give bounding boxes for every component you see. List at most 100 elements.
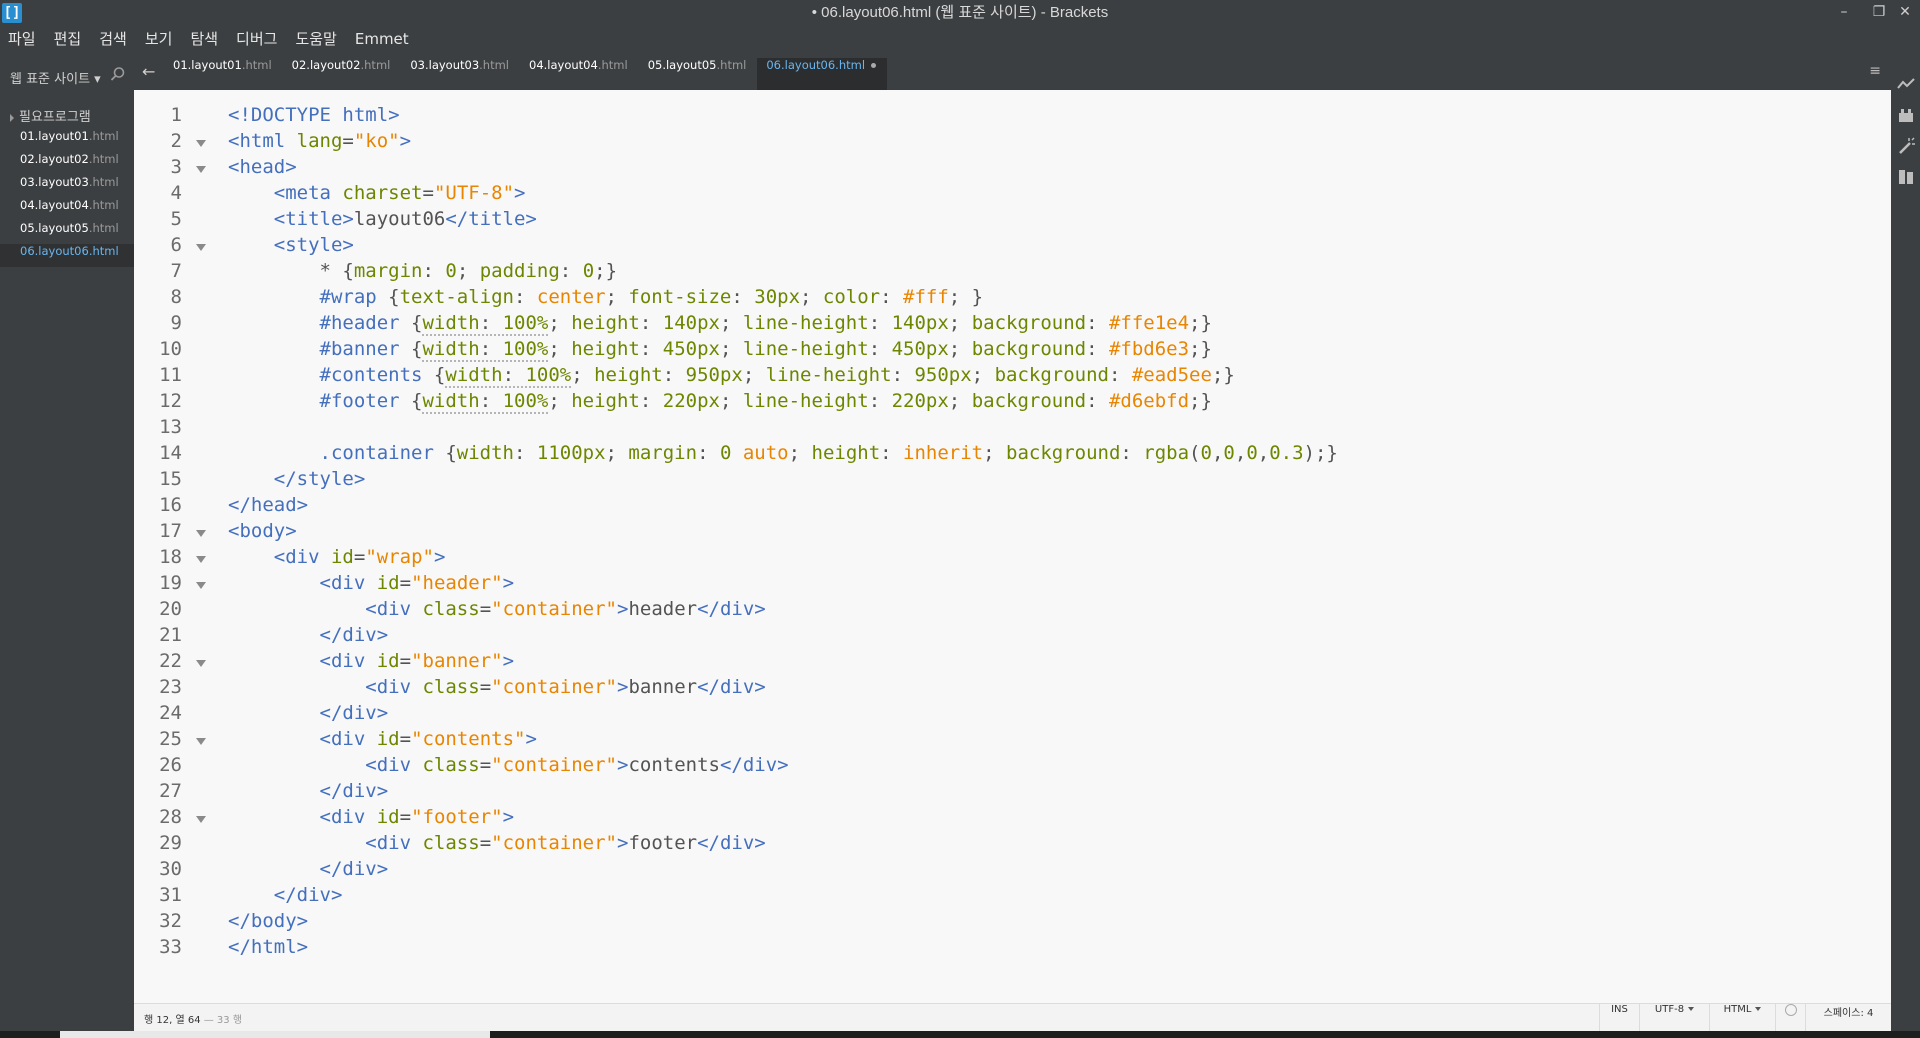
line-number: 2 — [134, 130, 218, 156]
code-token: = — [422, 182, 434, 204]
code-line[interactable]: </div> — [228, 858, 1868, 884]
tree-folder[interactable]: 필요프로그램 — [0, 106, 134, 129]
tab-bar: ← 01.layout01.html 02.layout02.html 03.lay… — [134, 54, 1891, 94]
menu-emmet[interactable]: Emmet — [346, 26, 418, 52]
linter-status[interactable] — [1775, 1004, 1805, 1031]
menu-debug[interactable]: 디버그 — [227, 26, 286, 52]
code-token: height — [811, 442, 881, 464]
code-line[interactable]: <div id="banner"> — [228, 650, 1868, 676]
taskbar-search-box[interactable] — [60, 1031, 490, 1038]
fold-arrow-icon[interactable] — [196, 556, 206, 563]
editor-tab[interactable]: 04.layout04.html — [520, 58, 639, 94]
notes-icon[interactable] — [1896, 167, 1916, 187]
code-line[interactable]: <div id="footer"> — [228, 806, 1868, 832]
code-token: > — [514, 182, 526, 204]
code-line[interactable]: <body> — [228, 520, 1868, 546]
sidebar-file-item[interactable]: 04.layout04.html — [0, 198, 134, 221]
close-button[interactable]: ✕ — [1888, 0, 1920, 26]
code-line[interactable]: .container {width: 1100px; margin: 0 aut… — [228, 442, 1868, 468]
code-token: = — [353, 546, 366, 568]
editor-tab[interactable]: 02.layout02.html — [283, 58, 402, 94]
code-line[interactable]: </style> — [228, 468, 1868, 494]
fold-arrow-icon[interactable] — [196, 738, 206, 745]
editor-tab[interactable]: 01.layout01.html — [164, 58, 283, 94]
fold-arrow-icon[interactable] — [196, 140, 206, 147]
code-line[interactable]: </html> — [228, 936, 1868, 962]
code-line[interactable]: <!DOCTYPE html> — [228, 104, 1868, 130]
code-token: lang — [296, 130, 343, 152]
code-line[interactable]: * {margin: 0; padding: 0;} — [228, 260, 1868, 286]
code-line[interactable]: <div class="container">banner</div> — [228, 676, 1868, 702]
css-colon: : — [502, 364, 526, 386]
code-line[interactable]: <div class="container">contents</div> — [228, 754, 1868, 780]
encoding-select[interactable]: UTF-8 — [1639, 1004, 1709, 1031]
tab-menu-icon[interactable]: ≡ — [1869, 63, 1881, 79]
menu-navigate[interactable]: 탐색 — [181, 26, 227, 52]
code-line[interactable]: <meta charset="UTF-8"> — [228, 182, 1868, 208]
code-token: </html> — [228, 936, 309, 958]
code-line[interactable]: #footer {width: 100%; height: 220px; lin… — [228, 390, 1868, 416]
code-token: 950px — [685, 364, 743, 386]
code-line[interactable] — [228, 416, 1868, 442]
indent-setting[interactable]: 스페이스: 4 — [1805, 1004, 1891, 1031]
menu-view[interactable]: 보기 — [136, 26, 182, 52]
project-dropdown[interactable]: 웹 표준 사이트 ▾ — [0, 54, 134, 94]
code-line[interactable]: <html lang="ko"> — [228, 130, 1868, 156]
line-number-label: 15 — [159, 468, 182, 490]
code-line[interactable]: <style> — [228, 234, 1868, 260]
code-line[interactable]: <div id="wrap"> — [228, 546, 1868, 572]
back-arrow-icon[interactable]: ← — [142, 62, 155, 81]
fold-arrow-icon[interactable] — [196, 244, 206, 251]
code-area[interactable]: <!DOCTYPE html> <html lang="ko"> <head> <m… — [228, 104, 1868, 962]
editor-tab[interactable]: 05.layout05.html — [639, 58, 758, 94]
sidebar-file-item[interactable]: 02.layout02.html — [0, 152, 134, 175]
editor-tab[interactable]: 06.layout06.html — [757, 58, 888, 94]
menu-edit[interactable]: 편집 — [45, 26, 91, 52]
sidebar-file-item[interactable]: 06.layout06.html — [0, 244, 134, 267]
line-number-label: 21 — [159, 624, 182, 646]
code-line[interactable]: </head> — [228, 494, 1868, 520]
editor-tab[interactable]: 03.layout03.html — [401, 58, 520, 94]
code-line[interactable]: #banner {width: 100%; height: 450px; lin… — [228, 338, 1868, 364]
code-editor[interactable]: 1 2 3 4 5 6 7 8 9 10 11 12 13 14 15 16 17 18 19 20 21 22 23 24 2… — [134, 90, 1891, 1003]
insert-mode-toggle[interactable]: INS — [1599, 1004, 1639, 1031]
code-line[interactable]: <div id="header"> — [228, 572, 1868, 598]
fold-arrow-icon[interactable] — [196, 816, 206, 823]
code-line[interactable]: </div> — [228, 884, 1868, 910]
code-line[interactable]: </div> — [228, 702, 1868, 728]
code-token: 220px — [891, 390, 949, 412]
code-token: height — [571, 312, 640, 334]
code-line[interactable]: </div> — [228, 624, 1868, 650]
menu-help[interactable]: 도움말 — [286, 26, 345, 52]
code-line[interactable]: <div class="container">footer</div> — [228, 832, 1868, 858]
code-line[interactable]: #header {width: 100%; height: 140px; lin… — [228, 312, 1868, 338]
extension-manager-icon[interactable] — [1896, 105, 1916, 125]
sidebar-file-item[interactable]: 03.layout03.html — [0, 175, 134, 198]
live-preview-icon[interactable] — [1896, 74, 1916, 94]
code-line[interactable]: <div class="container">header</div> — [228, 598, 1868, 624]
language-select[interactable]: HTML — [1709, 1004, 1775, 1031]
code-token: class — [422, 754, 480, 776]
quick-edit-icon[interactable] — [1896, 136, 1916, 156]
code-line[interactable]: </div> — [228, 780, 1868, 806]
code-token: ; — [800, 286, 823, 308]
code-line[interactable]: </body> — [228, 910, 1868, 936]
sidebar-file-item[interactable]: 05.layout05.html — [0, 221, 134, 244]
search-icon[interactable] — [110, 66, 126, 82]
code-line[interactable]: #wrap {text-align: center; font-size: 30… — [228, 286, 1868, 312]
fold-arrow-icon[interactable] — [196, 660, 206, 667]
code-line[interactable]: <title>layout06</title> — [228, 208, 1868, 234]
fold-arrow-icon[interactable] — [196, 530, 206, 537]
line-number: 6 — [134, 234, 218, 260]
code-line[interactable]: <div id="contents"> — [228, 728, 1868, 754]
sidebar-file-item[interactable]: 01.layout01.html — [0, 129, 134, 152]
code-line[interactable]: #contents {width: 100%; height: 950px; l… — [228, 364, 1868, 390]
minimize-button[interactable]: – — [1827, 0, 1861, 26]
menu-file[interactable]: 파일 — [0, 26, 45, 52]
menu-find[interactable]: 검색 — [90, 26, 136, 52]
fold-arrow-icon[interactable] — [196, 166, 206, 173]
code-token: { — [376, 286, 400, 308]
code-line[interactable]: <head> — [228, 156, 1868, 182]
fold-arrow-icon[interactable] — [196, 582, 206, 589]
